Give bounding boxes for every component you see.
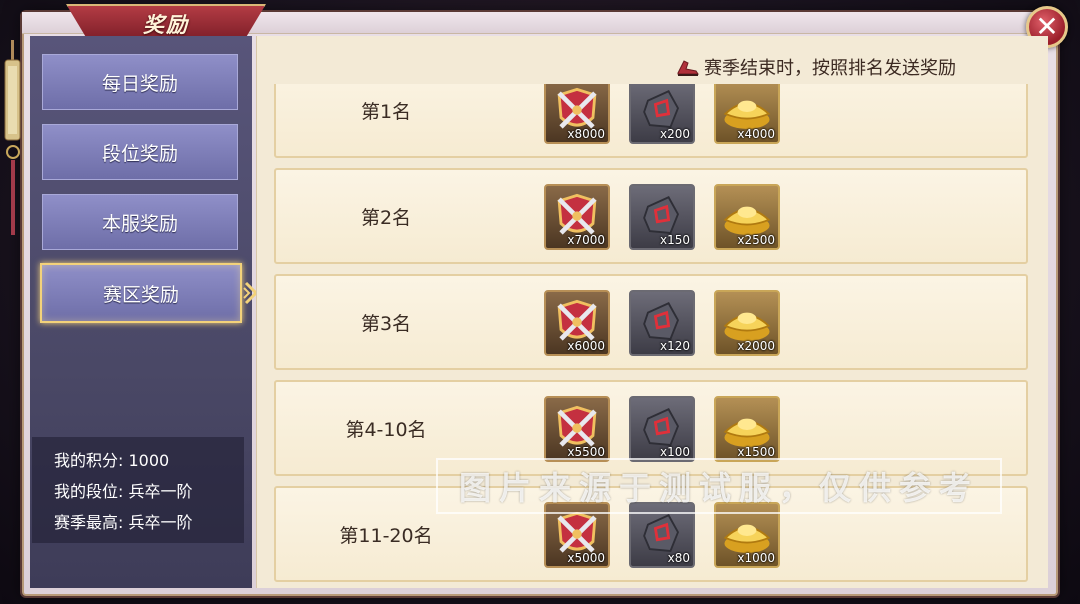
rank-label: 第3名 [360,312,412,335]
my-points: 我的积分: 1000 [54,451,170,470]
item-quantity: x1000 [737,551,775,565]
reward-list[interactable]: 第1名 x8000 x200 x4000 第2名 x7000 x150 x2500 第3名 x60… [256,84,1048,588]
reward-item[interactable]: x7000 [544,184,610,250]
reward-item[interactable]: x2000 [714,290,780,356]
sidebar-item-rank-rewards[interactable]: 段位奖励 [42,124,238,180]
reward-row: 第2名 x7000 x150 x2500 [274,168,1028,264]
sidebar-item-server-rewards[interactable]: 本服奖励 [42,194,238,250]
reward-item[interactable]: x200 [629,84,695,144]
sidebar-item-label: 本服奖励 [101,212,178,235]
item-quantity: x100 [659,445,690,459]
reward-row: 第1名 x8000 x200 x4000 [274,84,1028,158]
reward-item[interactable]: x80 [629,502,695,568]
item-quantity: x5000 [567,551,605,565]
item-quantity: x80 [667,551,690,565]
window-title: 奖励 [143,13,189,37]
item-quantity: x2000 [737,339,775,353]
player-stats-panel: 我的积分: 1000 我的段位: 兵卒一阶 赛季最高: 兵卒一阶 [32,437,244,543]
item-quantity: x4000 [737,127,775,141]
hanging-tassel-icon [4,40,21,235]
season-notice: 赛季结束时，按照排名发送奖励 [676,52,956,82]
reward-item[interactable]: x5500 [544,396,610,462]
reward-item[interactable]: x6000 [544,290,610,356]
reward-item[interactable]: x1000 [714,502,780,568]
rank-label: 第1名 [360,100,412,123]
rank-label: 第2名 [360,206,412,229]
reward-item[interactable]: x120 [629,290,695,356]
item-quantity: x8000 [567,127,605,141]
item-quantity: x5500 [567,445,605,459]
reward-item[interactable]: x5000 [544,502,610,568]
reward-item[interactable]: x4000 [714,84,780,144]
reward-row: 第11-20名 x5000 x80 x1000 [274,486,1028,582]
sidebar-item-daily-rewards[interactable]: 每日奖励 [42,54,238,110]
season-best: 赛季最高: 兵卒一阶 [54,513,193,532]
item-quantity: x7000 [567,233,605,247]
shoe-icon [677,60,699,76]
item-quantity: x120 [659,339,690,353]
reward-item[interactable]: x1500 [714,396,780,462]
reward-item[interactable]: x8000 [544,84,610,144]
reward-row: 第3名 x6000 x120 x2000 [274,274,1028,370]
rank-label: 第4-10名 [345,418,427,441]
sidebar-item-label: 赛区奖励 [102,283,179,306]
item-quantity: x2500 [737,233,775,247]
reward-item[interactable]: x150 [629,184,695,250]
sidebar-item-label: 每日奖励 [101,72,178,95]
item-quantity: x200 [659,127,690,141]
my-rank-level: 我的段位: 兵卒一阶 [54,482,193,501]
item-quantity: x6000 [567,339,605,353]
reward-item[interactable]: x2500 [714,184,780,250]
item-quantity: x1500 [737,445,775,459]
reward-row: 第4-10名 x5500 x100 x1500 [274,380,1028,476]
item-quantity: x150 [659,233,690,247]
sidebar-item-zone-rewards[interactable]: 赛区奖励 [40,263,242,323]
season-notice-text: 赛季结束时，按照排名发送奖励 [704,58,956,79]
reward-item[interactable]: x100 [629,396,695,462]
sidebar-item-label: 段位奖励 [101,142,178,165]
rank-label: 第11-20名 [339,524,433,547]
